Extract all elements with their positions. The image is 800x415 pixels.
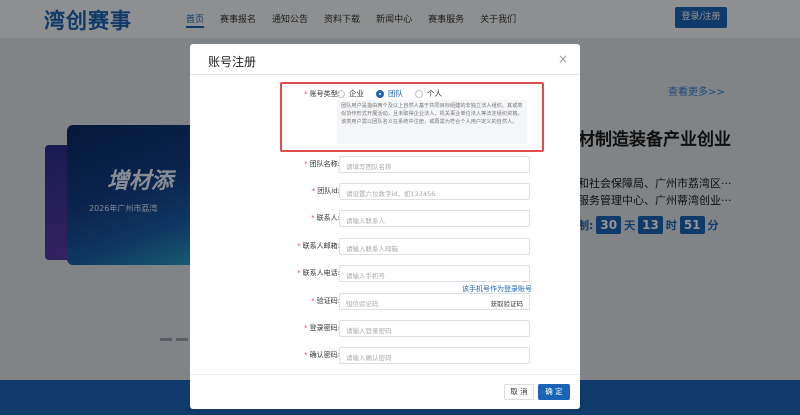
account-type-radio-group: 企业 团队 个人 [337, 88, 442, 99]
radio-enterprise[interactable]: 企业 [337, 88, 364, 99]
field-label: * 团队名称: [304, 160, 340, 168]
account-type-note: 团队用户是指由两个及以上自然人基于共同目标组建的非独立法人组织。其或类似协作形式… [337, 100, 527, 144]
team-id-input[interactable]: 请设置六位数字id，如123456 [339, 183, 530, 200]
radio-circle-icon[interactable] [415, 89, 423, 98]
get-code-button[interactable]: 获取验证码 [491, 298, 524, 308]
field-contact-email: * 联系人邮箱: 请输入联系人邮箱 [190, 238, 580, 256]
account-type-label: * 账号类型: [304, 90, 340, 98]
field-label: * 联系人电话: [297, 269, 340, 277]
field-label: * 登录密码: [304, 324, 340, 332]
field-team-id: * 团队id: 请设置六位数字id，如123456 [190, 183, 580, 201]
field-login-password: * 登录密码: 请输入登录密码 [190, 320, 580, 338]
radio-team[interactable]: 团队 [376, 88, 403, 99]
confirm-button[interactable]: 确 定 [538, 384, 570, 400]
field-label: * 联系人邮箱: [297, 242, 340, 250]
modal-footer: 取 消 确 定 [190, 374, 580, 409]
cancel-button[interactable]: 取 消 [504, 384, 534, 400]
field-contact-phone: * 联系人电话: 请输入手机号 [190, 265, 580, 283]
contact-email-input[interactable]: 请输入联系人邮箱 [339, 238, 530, 255]
radio-individual[interactable]: 个人 [415, 88, 442, 99]
modal-header: 账号注册 × [190, 44, 580, 75]
register-modal: 账号注册 × * 账号类型: 企业 团队 个人 团队用户是指由两个及以上自然人基于… [190, 44, 580, 409]
team-name-input[interactable]: 请填写团队名称 [339, 156, 530, 173]
field-label: * 验证码: [311, 297, 340, 305]
contact-input[interactable]: 请输入联系人 [339, 210, 530, 227]
confirm-password-input[interactable]: 请输入确认密码 [339, 347, 530, 364]
modal-title: 账号注册 [208, 55, 257, 69]
radio-checked-icon[interactable] [376, 89, 384, 98]
field-label: * 团队id: [311, 187, 340, 195]
field-contact: * 联系人: 请输入联系人 [190, 210, 580, 228]
sms-code-input[interactable]: 短信验证码 获取验证码 [339, 293, 530, 310]
field-team-name: * 团队名称: 请填写团队名称 [190, 156, 580, 174]
field-confirm-password: * 确认密码: 请输入确认密码 [190, 347, 580, 365]
field-label: * 确认密码: [304, 351, 340, 359]
login-password-input[interactable]: 请输入登录密码 [339, 320, 530, 337]
close-icon[interactable]: × [558, 52, 568, 66]
contact-phone-input[interactable]: 请输入手机号 [339, 265, 530, 282]
field-label: * 联系人: [311, 214, 340, 222]
radio-circle-icon[interactable] [337, 89, 345, 98]
field-verification-code: * 验证码: 短信验证码 获取验证码 [190, 293, 580, 311]
